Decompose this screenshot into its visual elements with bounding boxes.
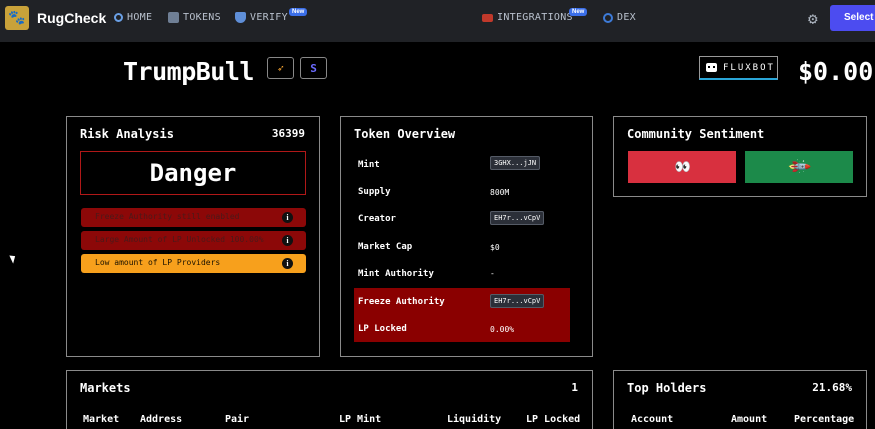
solana-link-button[interactable]: S bbox=[300, 57, 327, 79]
fluxbot-label: FLUXBOT bbox=[723, 62, 775, 73]
brand-name[interactable]: RugCheck bbox=[37, 10, 106, 26]
column-header-pair: Pair bbox=[225, 414, 250, 425]
overview-label-lp-locked: LP Locked bbox=[358, 324, 407, 334]
risk-analysis-title: Risk Analysis bbox=[80, 127, 174, 141]
risk-item-text: Freeze Authority still enabled bbox=[95, 212, 240, 221]
nav-dex-label: DEX bbox=[617, 12, 636, 23]
creator-address-chip[interactable]: EH7r...vCpV bbox=[490, 211, 545, 225]
token-price: $0.00 bbox=[798, 57, 874, 86]
mint-address[interactable]: 3GHX...jJN bbox=[490, 156, 541, 170]
rocket-icon: 🚀 bbox=[786, 154, 812, 180]
markets-panel: Markets 1 Market Address Pair LP Mint Li… bbox=[66, 370, 593, 429]
robot-icon bbox=[706, 63, 717, 72]
solana-icon: S bbox=[310, 61, 317, 75]
mouse-cursor bbox=[9, 253, 18, 264]
column-header-lp-locked: LP Locked bbox=[526, 414, 581, 425]
column-header-percentage: Percentage bbox=[794, 414, 855, 425]
risk-level: Danger bbox=[80, 151, 306, 195]
nav-tokens-label: TOKENS bbox=[183, 12, 221, 23]
integrations-icon bbox=[482, 13, 493, 22]
risk-item[interactable]: Large Amount of LP Unlocked 100.00% i bbox=[81, 231, 306, 250]
nav-tokens[interactable]: TOKENS bbox=[168, 12, 221, 23]
lp-locked-value: 0.00% bbox=[490, 325, 515, 334]
risk-analysis-panel: Risk Analysis 36399 Danger Freeze Author… bbox=[66, 116, 320, 357]
top-nav: 🐾 RugCheck HOME TOKENS VERIFY New INTEGR… bbox=[0, 0, 875, 42]
risk-item[interactable]: Low amount of LP Providers i bbox=[81, 254, 306, 273]
nav-integrations-label: INTEGRATIONS bbox=[497, 12, 573, 23]
mint-authority-value: - bbox=[490, 269, 495, 278]
overview-label-freeze-authority: Freeze Authority bbox=[358, 297, 445, 307]
overview-label-mint-authority: Mint Authority bbox=[358, 269, 434, 279]
bird-icon: ➶ bbox=[277, 61, 284, 75]
vote-down-button[interactable]: 👀 bbox=[628, 151, 736, 183]
market-cap-value: $0 bbox=[490, 243, 500, 252]
markets-count: 1 bbox=[571, 381, 578, 394]
risk-item[interactable]: Freeze Authority still enabled i bbox=[81, 208, 306, 227]
freeze-authority-address[interactable]: EH7r...vCpV bbox=[490, 294, 545, 308]
dex-icon bbox=[603, 12, 613, 23]
freeze-authority-chip[interactable]: EH7r...vCpV bbox=[490, 294, 545, 308]
nav-home-label: HOME bbox=[127, 12, 153, 23]
top-holders-title: Top Holders bbox=[627, 381, 707, 395]
eyes-icon: 👀 bbox=[674, 159, 691, 175]
overview-label-market-cap: Market Cap bbox=[358, 242, 413, 252]
risk-score: 36399 bbox=[271, 127, 305, 140]
gear-icon[interactable]: ⚙ bbox=[808, 9, 818, 28]
verify-new-badge: New bbox=[289, 8, 308, 16]
vote-up-button[interactable]: 🚀 bbox=[745, 151, 853, 183]
nav-verify-label: VERIFY bbox=[250, 12, 288, 23]
tokens-icon bbox=[168, 12, 179, 23]
shield-icon bbox=[235, 12, 246, 23]
token-overview-title: Token Overview bbox=[354, 127, 456, 141]
info-icon[interactable]: i bbox=[282, 258, 293, 269]
info-icon[interactable]: i bbox=[282, 212, 293, 223]
column-header-market: Market bbox=[83, 414, 120, 425]
mint-address-chip[interactable]: 3GHX...jJN bbox=[490, 156, 541, 170]
column-header-account: Account bbox=[631, 414, 674, 425]
risk-item-text: Low amount of LP Providers bbox=[95, 258, 221, 267]
supply-value: 800M bbox=[490, 188, 510, 197]
rugcheck-logo[interactable]: 🐾 bbox=[5, 6, 29, 30]
risk-item-text: Large Amount of LP Unlocked 100.00% bbox=[95, 235, 264, 244]
overview-label-supply: Supply bbox=[358, 187, 391, 197]
overview-label-mint: Mint bbox=[358, 160, 380, 170]
nav-integrations[interactable]: INTEGRATIONS bbox=[482, 12, 573, 23]
overview-label-creator: Creator bbox=[358, 214, 396, 224]
token-link-button[interactable]: ➶ bbox=[267, 57, 294, 79]
column-header-lp-mint: LP Mint bbox=[339, 414, 382, 425]
markets-title: Markets bbox=[80, 381, 131, 395]
nav-home[interactable]: HOME bbox=[114, 12, 152, 23]
integrations-new-badge: New bbox=[569, 8, 588, 16]
column-header-amount: Amount bbox=[731, 414, 768, 425]
info-icon[interactable]: i bbox=[282, 235, 293, 246]
nav-dex[interactable]: DEX bbox=[603, 12, 636, 23]
creator-address[interactable]: EH7r...vCpV bbox=[490, 211, 545, 225]
community-sentiment-panel: Community Sentiment 👀 🚀 bbox=[613, 116, 867, 197]
search-icon bbox=[114, 13, 123, 22]
community-sentiment-title: Community Sentiment bbox=[627, 127, 765, 141]
column-header-liquidity: Liquidity bbox=[447, 414, 502, 425]
select-wallet-button[interactable]: Select bbox=[830, 5, 875, 31]
token-overview-panel: Token Overview Mint 3GHX...jJN Supply 80… bbox=[340, 116, 593, 357]
nav-verify[interactable]: VERIFY bbox=[235, 12, 288, 23]
top-holders-panel: Top Holders 21.68% Account Amount Percen… bbox=[613, 370, 867, 429]
token-name: TrumpBull bbox=[123, 57, 254, 86]
fluxbot-button[interactable]: FLUXBOT bbox=[699, 56, 778, 80]
column-header-address: Address bbox=[140, 414, 183, 425]
top-holders-percent: 21.68% bbox=[812, 381, 852, 394]
